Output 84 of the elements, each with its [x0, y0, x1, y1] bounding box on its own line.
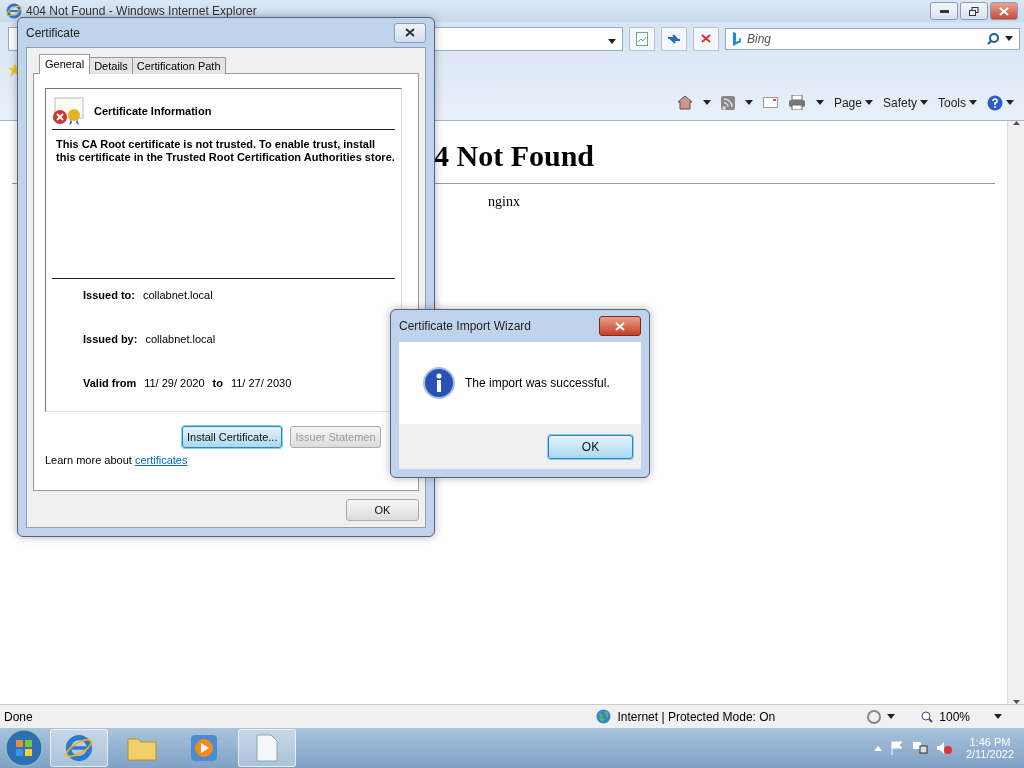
clock-date: 2/11/2022	[965, 748, 1014, 760]
field-value: collabnet.local	[142, 289, 213, 301]
caret-icon	[1005, 36, 1013, 41]
minimize-icon	[939, 9, 949, 13]
command-menu[interactable]: Tools	[938, 95, 977, 110]
printer-icon[interactable]	[787, 95, 806, 110]
close-icon	[701, 34, 711, 43]
server-name: nginx	[488, 194, 521, 210]
zoom-icon	[921, 710, 934, 723]
search-field[interactable]: Bing	[725, 27, 1020, 50]
media-player-icon	[191, 735, 217, 761]
close-icon	[405, 28, 415, 37]
refresh-button[interactable]	[661, 26, 687, 51]
window-title: 404 Not Found - Windows Internet Explorer	[26, 4, 257, 18]
status-text: Done	[4, 709, 33, 724]
restore-button[interactable]	[960, 2, 988, 20]
mail-icon[interactable]	[762, 97, 778, 108]
flag-icon[interactable]	[889, 741, 904, 755]
ok-button[interactable]: OK	[548, 434, 633, 459]
caret-icon	[815, 100, 824, 105]
caret-icon	[920, 100, 928, 105]
protected-mode-icon[interactable]	[867, 709, 882, 724]
help-menu[interactable]	[987, 94, 1014, 111]
folder-icon	[127, 735, 157, 761]
stop-button[interactable]	[693, 26, 719, 51]
caret-icon	[887, 714, 896, 719]
zoom-level[interactable]: 100%	[939, 709, 970, 724]
caret-icon	[994, 714, 1002, 719]
broken-page-icon	[636, 31, 648, 46]
restore-icon	[969, 6, 979, 16]
search-icon	[987, 32, 999, 45]
close-button[interactable]	[394, 22, 426, 43]
muted-speaker-icon[interactable]	[935, 741, 952, 755]
compatibility-button[interactable]	[629, 26, 655, 51]
field-value: 11/ 29/ 2020	[144, 377, 205, 389]
info-icon	[423, 367, 455, 399]
document-icon	[256, 734, 278, 762]
tab[interactable]: Details	[89, 57, 133, 74]
home-icon[interactable]	[676, 95, 693, 110]
globe-icon	[596, 709, 612, 724]
info-heading: Certificate Information	[94, 105, 212, 117]
close-icon	[615, 321, 625, 331]
security-zone-text[interactable]: Internet | Protected Mode: On	[617, 709, 776, 724]
scrollbar[interactable]	[1007, 121, 1024, 704]
field-value: collabnet.local	[145, 333, 216, 345]
field-label: Issued by:	[83, 333, 138, 345]
network-icon[interactable]	[911, 741, 928, 755]
caret-icon	[864, 100, 873, 105]
caret-icon	[702, 100, 711, 105]
feeds-icon[interactable]	[720, 95, 735, 110]
close-button[interactable]	[599, 316, 641, 336]
minimize-button[interactable]	[930, 2, 958, 20]
tab[interactable]: General	[39, 54, 91, 74]
command-menu[interactable]: Safety	[882, 95, 928, 110]
certificate-error-icon	[52, 97, 84, 125]
bing-logo-icon	[732, 31, 741, 46]
dialog-title: Certificate Import Wizard	[399, 319, 532, 333]
clock-time: 1:46 PM	[969, 736, 1011, 748]
tab[interactable]: Certification Path	[131, 57, 226, 74]
browser-logo-icon	[6, 3, 22, 19]
help-icon	[987, 94, 1003, 111]
ok-button[interactable]: OK	[346, 499, 419, 521]
dialog-title: Certificate	[26, 25, 81, 40]
trust-warning: This CA Root certificate is not trusted. To enable trust, install this certificate in the Trusted Root Certification Authorities store.	[56, 138, 395, 164]
certificates-link[interactable]: certificates	[134, 454, 188, 466]
page-heading: 4 Not Found	[434, 139, 596, 173]
caret-icon	[1006, 100, 1014, 105]
caret-icon	[969, 100, 977, 105]
search-placeholder: Bing	[747, 31, 772, 46]
command-menu[interactable]: Page	[833, 95, 873, 110]
field-label: Issued to:	[83, 289, 135, 301]
dialog-button[interactable]: Install Certificate...	[182, 426, 283, 448]
field-label: Valid from	[83, 377, 137, 389]
close-icon	[999, 6, 1009, 16]
start-button[interactable]	[4, 729, 44, 767]
dropdown-caret-icon	[608, 38, 616, 44]
taskbar-browser-button[interactable]	[50, 729, 108, 767]
field-label: to	[212, 377, 223, 389]
field-value: 11/ 27/ 2030	[230, 377, 292, 389]
browser-logo-icon	[65, 734, 93, 762]
tray-expand-icon[interactable]	[873, 745, 882, 751]
success-message: The import was successful.	[465, 376, 610, 390]
caret-icon	[744, 100, 753, 105]
refresh-icon	[667, 32, 681, 45]
